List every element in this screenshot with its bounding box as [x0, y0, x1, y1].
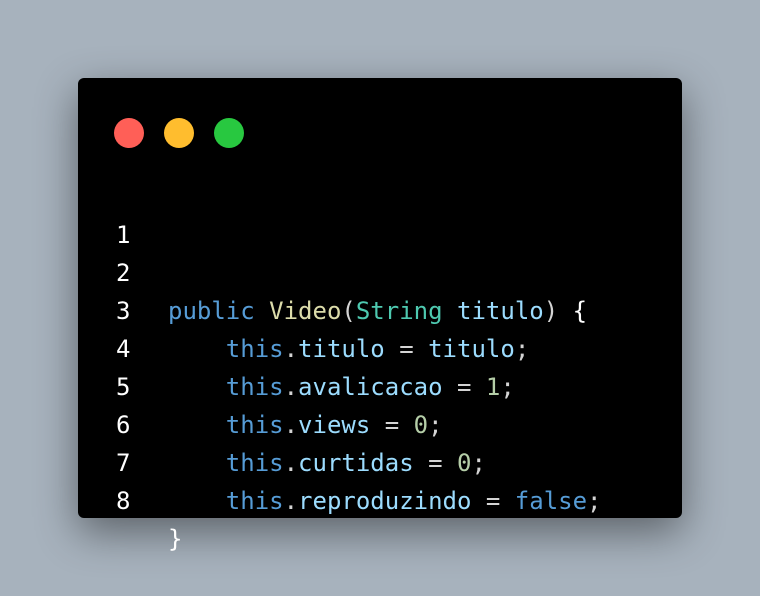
code-line: 4 this.avalicacao = 1; — [78, 292, 682, 401]
code-line: 3 this.titulo = titulo; — [78, 254, 682, 363]
semicolon: ; — [587, 487, 602, 515]
assigned-value: false — [514, 487, 588, 515]
code-line: 8 } — [78, 444, 682, 553]
minimize-dot-icon[interactable] — [164, 118, 194, 148]
code-line: 1 — [78, 178, 682, 249]
code-line: 7 this.reproduzindo = false; — [78, 406, 682, 515]
line-source: } — [168, 520, 182, 558]
code-block: 1 2 public Video(String titulo) { 3 this… — [78, 178, 682, 553]
code-line: 2 public Video(String titulo) { — [78, 216, 682, 325]
code-window: 1 2 public Video(String titulo) { 3 this… — [78, 78, 682, 553]
field-name: reproduzindo — [298, 487, 472, 515]
assign-op: = — [485, 487, 501, 515]
close-dot-icon[interactable] — [114, 118, 144, 148]
dot: . — [283, 487, 299, 515]
brace-close: } — [168, 525, 183, 553]
maximize-dot-icon[interactable] — [214, 118, 244, 148]
code-line: 5 this.views = 0; — [78, 330, 682, 439]
keyword-this: this — [225, 487, 284, 515]
line-source: this.reproduzindo = false; — [168, 482, 602, 520]
code-line: 6 this.curtidas = 0; — [78, 368, 682, 477]
line-number: 8 — [116, 487, 131, 515]
